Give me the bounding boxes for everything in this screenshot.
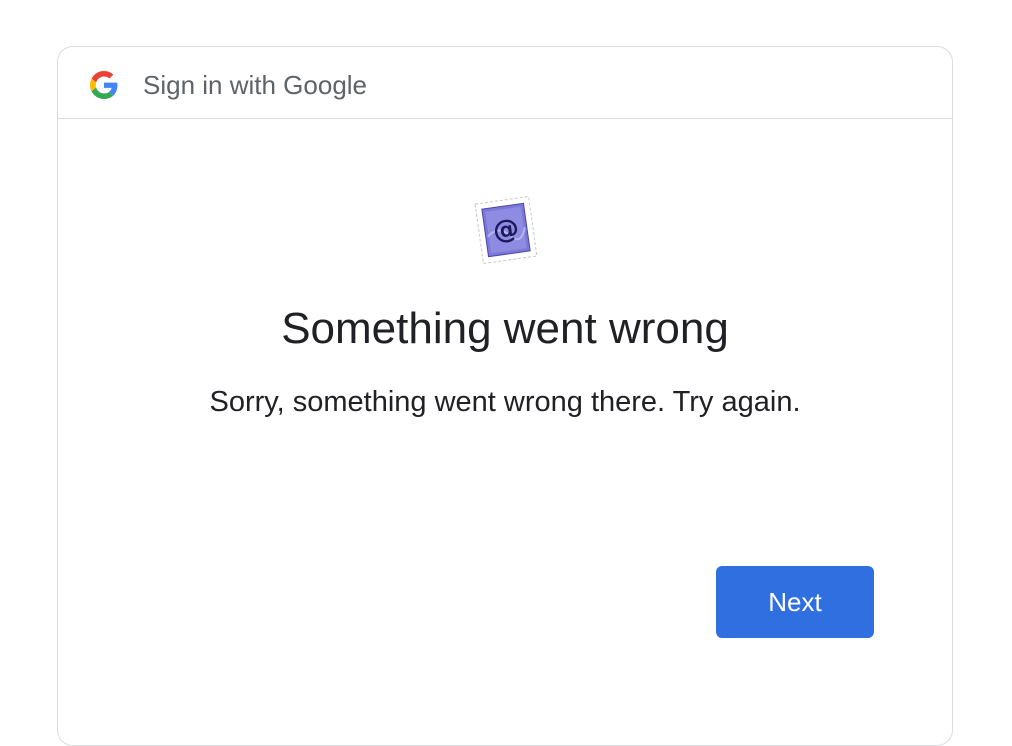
google-g-icon bbox=[90, 71, 118, 99]
svg-text:@: @ bbox=[491, 213, 521, 246]
error-message: Sorry, something went wrong there. Try a… bbox=[209, 386, 801, 418]
error-title: Something went wrong bbox=[281, 304, 729, 353]
dialog-header: Sign in with Google bbox=[58, 47, 952, 119]
sign-in-dialog: Sign in with Google @ Something went wro… bbox=[57, 46, 953, 746]
header-title: Sign in with Google bbox=[143, 70, 368, 100]
next-button[interactable]: Next bbox=[716, 566, 874, 638]
mail-stamp-icon: @ bbox=[474, 195, 538, 265]
